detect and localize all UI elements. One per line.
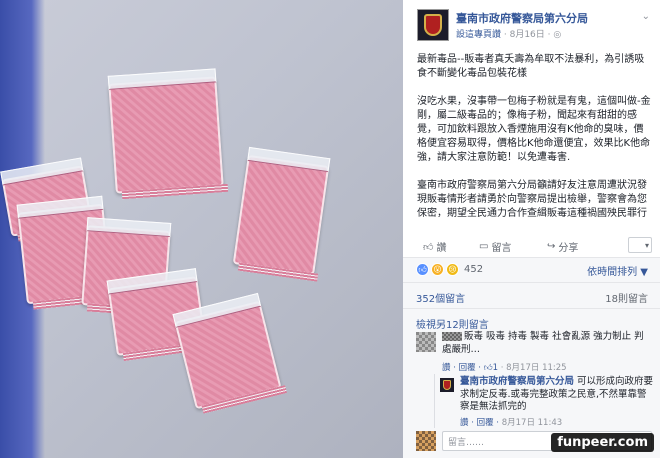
- page-avatar[interactable]: [417, 9, 449, 41]
- user-avatar: [416, 431, 436, 451]
- comment-like-reply-links[interactable]: 讚 · 回覆 ·: [442, 363, 484, 373]
- comment-count[interactable]: 352個留言: [416, 290, 465, 305]
- comment-icon: ▭: [479, 241, 489, 252]
- divider: [403, 308, 660, 309]
- reactions-summary[interactable]: 👍︎ 😮︎ 😢︎ 452: [416, 263, 483, 276]
- share-button[interactable]: ↪ 分享: [547, 239, 578, 254]
- caret-down-icon: ▾: [644, 240, 649, 250]
- chevron-down-icon[interactable]: ⌄: [642, 11, 650, 22]
- page-name-link[interactable]: 臺南市政府警察局第六分局: [456, 10, 588, 26]
- comment-label: 留言: [491, 243, 512, 254]
- globe-icon: ◎: [553, 30, 562, 40]
- page-selector[interactable]: ▾: [628, 237, 652, 253]
- post-paragraph: 臺南市政府警察局第六分局籲請好友注意周遭狀況發現販毒情形者請勇於向警察局提出檢舉…: [417, 180, 647, 219]
- drug-bag: [174, 300, 282, 410]
- reply-time[interactable]: 8月17日 11:43: [502, 418, 562, 428]
- reply-meta: 讚 · 回覆 · 8月17日 11:43: [460, 416, 562, 428]
- comment-time[interactable]: · 8月17日 11:25: [498, 363, 567, 373]
- reaction-count: 452: [464, 264, 484, 275]
- police-badge-icon: [424, 14, 442, 36]
- divider: [403, 282, 660, 283]
- share-count[interactable]: 18則留言: [605, 290, 648, 305]
- subline-author[interactable]: 設這專頁讚: [456, 30, 501, 40]
- comment-button[interactable]: ▭ 留言: [479, 239, 511, 254]
- police-badge-icon: [443, 380, 451, 390]
- comment-body: 販毒 吸毒 持毒 製毒 社會亂源 強力制止 判處嚴刑…: [442, 331, 644, 355]
- reply-thread-line: [434, 374, 435, 428]
- post-body: 最新毒品--販毒者真夭壽為牟取不法暴利，為引誘吸食不斷變化毒品包裝花樣 沒吃水果…: [417, 53, 653, 235]
- post-photo[interactable]: [0, 0, 403, 458]
- like-reaction-icon: 👍︎: [416, 263, 429, 276]
- drug-bag: [108, 76, 224, 194]
- comment-text: 販毒 吸毒 持毒 製毒 社會亂源 強力制止 判處嚴刑…: [442, 330, 652, 356]
- reply-like-reply-links[interactable]: 讚 · 回覆 ·: [460, 418, 502, 428]
- reply-author-link[interactable]: 臺南市政府警察局第六分局: [460, 376, 574, 387]
- post-actions: 👍︎ 讚 ▭ 留言 ↪ 分享 ▾: [417, 236, 652, 256]
- comment-meta: 讚 · 回覆 · 👍︎1 · 8月17日 11:25: [442, 361, 567, 373]
- watermark: funpeer.com: [551, 433, 654, 452]
- like-button[interactable]: 👍︎ 讚: [423, 239, 447, 255]
- share-label: 分享: [558, 243, 579, 254]
- page-reply-avatar[interactable]: [440, 378, 454, 392]
- commenter-name[interactable]: [442, 332, 462, 341]
- thumbs-up-icon: 👍︎: [423, 241, 434, 253]
- post-subline: 設這專頁讚 · 8月16日 · ◎: [456, 27, 561, 40]
- thumbs-up-icon: 👍︎: [483, 363, 493, 373]
- view-more-comments-link[interactable]: 檢視另12則留言: [416, 316, 489, 331]
- reply-text: 臺南市政府警察局第六分局 可以形成向政府要求制定反毒.或毒完整政策之民意,不然單…: [460, 376, 654, 414]
- like-label: 讚: [436, 243, 447, 254]
- share-icon: ↪: [547, 241, 556, 252]
- post-paragraph: 最新毒品--販毒者真夭壽為牟取不法暴利，為引誘吸食不斷變化毒品包裝花樣: [417, 54, 645, 79]
- post-paragraph: 沒吃水果，沒事帶一包梅子粉就是有鬼，這個叫做-金剛，屬二級毒品的；像梅子粉，聞起…: [417, 96, 651, 163]
- sad-reaction-icon: 😢︎: [446, 263, 459, 276]
- subline-date[interactable]: · 8月16日 ·: [501, 30, 553, 40]
- commenter-avatar[interactable]: [416, 332, 436, 352]
- drug-bag: [232, 154, 330, 276]
- wow-reaction-icon: 😮︎: [431, 263, 444, 276]
- post-header: 臺南市政府警察局第六分局 設這專頁讚 · 8月16日 · ◎ ⌄: [417, 9, 654, 49]
- sort-comments-dropdown[interactable]: 依時間排列 ▼: [587, 263, 648, 278]
